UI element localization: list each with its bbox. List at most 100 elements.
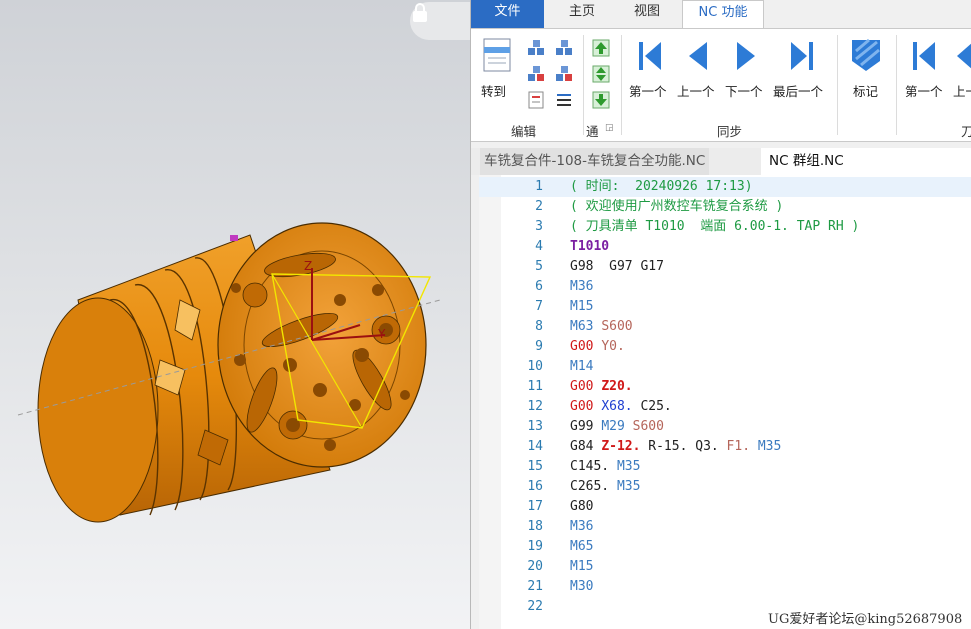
paste-icon[interactable] — [527, 65, 545, 83]
copy-all-icon[interactable] — [555, 39, 573, 57]
code-token: M35 — [616, 459, 641, 474]
edit-group-label: 编辑 — [511, 124, 537, 139]
code-line[interactable]: 6 M36 — [479, 277, 971, 297]
separator — [583, 35, 584, 135]
code-line[interactable]: 7 M15 — [479, 297, 971, 317]
lock-icon — [413, 3, 427, 22]
line-number: 16 — [527, 479, 543, 494]
tab-file[interactable]: 文件 — [471, 0, 544, 28]
line-number: 10 — [527, 359, 543, 374]
code-line[interactable]: 2 ( 欢迎使用广州数控车铣复合系统 ) — [479, 197, 971, 217]
code-token: G00 — [570, 399, 602, 414]
line-number: 4 — [535, 239, 543, 254]
code-line[interactable]: 14 G84 Z-12. R-15. Q3. F1. M35 — [479, 437, 971, 457]
code-text: G00 Y0. — [570, 337, 625, 357]
code-line[interactable]: 16 C265. M35 — [479, 477, 971, 497]
code-line[interactable]: 18 M36 — [479, 517, 971, 537]
code-token: M35 — [757, 439, 782, 454]
code-token: M36 — [570, 519, 594, 534]
line-number: 9 — [535, 339, 543, 354]
line-number: 1 — [535, 179, 543, 194]
paste-all-icon[interactable] — [555, 65, 573, 83]
prev-button[interactable] — [685, 39, 711, 77]
code-line[interactable]: 20 M15 — [479, 557, 971, 577]
code-token: G99 — [570, 419, 602, 434]
svg-text:Z: Z — [304, 259, 312, 273]
line-number: 7 — [535, 299, 543, 314]
dialog-launcher-icon[interactable]: ◲ — [605, 123, 614, 133]
line-number: 21 — [527, 579, 543, 594]
code-line[interactable]: 10 M14 — [479, 357, 971, 377]
copy-icon[interactable] — [527, 39, 545, 57]
first-icon — [639, 42, 661, 70]
list-icon[interactable] — [555, 91, 573, 109]
next-button[interactable] — [733, 39, 759, 77]
lock-button[interactable] — [410, 2, 470, 40]
code-editor[interactable]: 1 ( 时间: 20240926 17:13) 2 ( 欢迎使用广州数控车铣复合系统 … — [479, 175, 971, 629]
part-model: Z Y — [17, 222, 441, 523]
last-button[interactable] — [787, 39, 817, 77]
code-line[interactable]: 21 M30 — [479, 577, 971, 597]
tong-group-label: 通 — [586, 124, 599, 139]
doc-tab-main-nc[interactable]: 车铣复合件-108-车铣复合全功能.NC — [480, 148, 710, 175]
tab-view[interactable]: 视图 — [621, 0, 673, 28]
line-number: 14 — [527, 439, 543, 454]
code-line[interactable]: 5 G98 G97 G17 — [479, 257, 971, 277]
line-number: 3 — [535, 219, 543, 234]
code-token: G00 — [570, 379, 602, 394]
nc-editor-panel: 文件 主页 视图 NC 功能 转到 编辑 通 ◲ 第一个 上一个 下一个 最后一… — [470, 0, 971, 629]
line-number: 6 — [535, 279, 543, 294]
up-down-arrow-icon[interactable] — [592, 65, 610, 83]
tab-nc-functions[interactable]: NC 功能 — [682, 0, 764, 28]
next-icon — [737, 42, 755, 70]
code-token: C265. — [570, 479, 617, 494]
first-label: 第一个 — [629, 84, 667, 99]
line-number: 12 — [527, 399, 543, 414]
code-line[interactable]: 19 M65 — [479, 537, 971, 557]
code-text: T1010 — [570, 237, 609, 257]
code-token: M14 — [570, 359, 594, 374]
code-line[interactable]: 3 ( 刀具清单 T1010 端面 6.00-1. TAP RH ) — [479, 217, 971, 237]
line-number: 20 — [527, 559, 543, 574]
code-line[interactable]: 4 T1010 — [479, 237, 971, 257]
code-text: G99 M29 S600 — [570, 417, 664, 437]
code-token: G80 — [570, 499, 594, 514]
line-number: 17 — [527, 499, 543, 514]
code-token: R-15. Q3. — [640, 439, 727, 454]
code-line[interactable]: 13 G99 M29 S600 — [479, 417, 971, 437]
tool-prev-label: 上一 — [953, 84, 971, 99]
doc-tab-nc-group[interactable]: NC 群组.NC — [761, 148, 971, 175]
code-token: T1010 — [570, 239, 610, 254]
document-tabs: 车铣复合件-108-车铣复合全功能.NC NC 群组.NC — [471, 148, 971, 175]
code-line[interactable]: 9 G00 Y0. — [479, 337, 971, 357]
code-text: G84 Z-12. R-15. Q3. F1. M35 — [570, 437, 781, 457]
tool-first-button[interactable] — [909, 39, 939, 77]
code-line[interactable]: 1 ( 时间: 20240926 17:13) — [479, 177, 971, 197]
code-line[interactable]: 11 G00 Z20. — [479, 377, 971, 397]
3d-viewport[interactable]: Z Y — [0, 0, 470, 629]
code-token: M65 — [570, 539, 594, 554]
code-text: M15 — [570, 557, 593, 577]
code-line[interactable]: 8 M63 S600 — [479, 317, 971, 337]
tool-first-label: 第一个 — [905, 84, 943, 99]
goto-button[interactable] — [481, 37, 513, 77]
mark-button[interactable] — [849, 37, 883, 77]
code-text: C265. M35 — [570, 477, 640, 497]
code-text: M63 S600 — [570, 317, 633, 337]
line-number: 18 — [527, 519, 543, 534]
first-button[interactable] — [635, 39, 665, 77]
clipboard-icon[interactable] — [527, 91, 545, 109]
code-line[interactable]: 12 G00 X68. C25. — [479, 397, 971, 417]
code-text: M15 — [570, 297, 593, 317]
code-line[interactable]: 15 C145. M35 — [479, 457, 971, 477]
code-line[interactable]: 17 G80 — [479, 497, 971, 517]
code-text: M30 — [570, 577, 593, 597]
up-arrow-icon[interactable] — [592, 39, 610, 57]
code-token: Y0. — [601, 339, 625, 354]
separator — [621, 35, 622, 135]
down-arrow-icon[interactable] — [592, 91, 610, 109]
prev-icon — [957, 43, 971, 69]
first-icon — [913, 42, 935, 70]
tab-home[interactable]: 主页 — [557, 0, 607, 28]
tool-prev-button[interactable] — [955, 39, 971, 77]
